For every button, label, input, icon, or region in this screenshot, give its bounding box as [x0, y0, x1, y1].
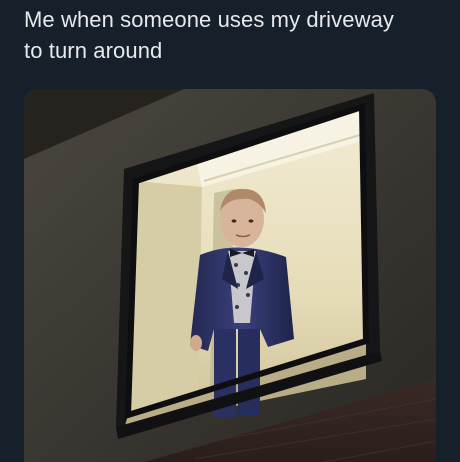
interior-wall-left	[128, 181, 202, 415]
tweet-media-image[interactable]	[24, 89, 436, 462]
tweet-text: Me when someone uses my driveway to turn…	[24, 4, 444, 66]
window-photo-illustration	[24, 89, 436, 462]
caption-line-2: to turn around	[24, 38, 163, 63]
caption-line-1: Me when someone uses my driveway	[24, 7, 395, 32]
